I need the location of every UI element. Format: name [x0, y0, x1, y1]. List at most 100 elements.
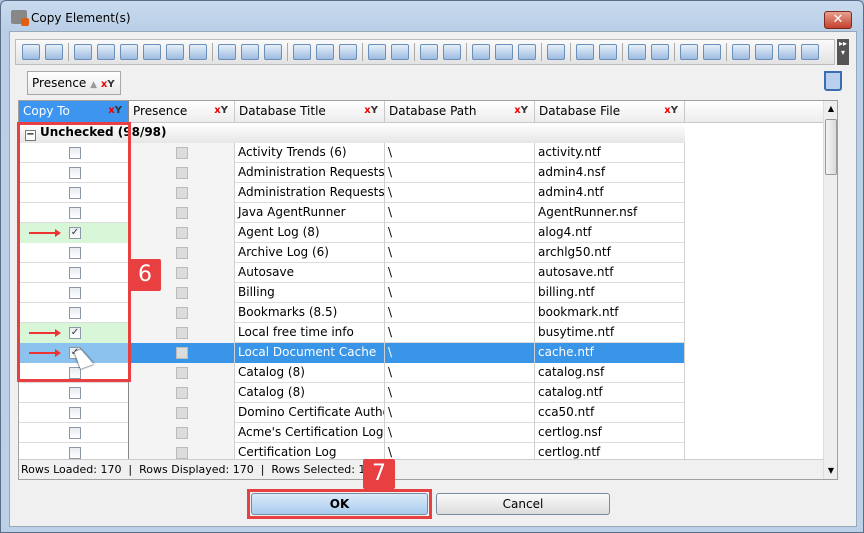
trash-icon[interactable]: [824, 71, 842, 91]
presence-checkbox: [176, 427, 188, 439]
toolbar-button-icon[interactable]: [97, 44, 115, 60]
toolbar-separator: [541, 43, 542, 61]
status-bar: Rows Loaded: 170 | Rows Displayed: 170 |…: [19, 459, 823, 479]
toolbar-button-icon[interactable]: [339, 44, 357, 60]
database-title-cell: Catalog (8): [235, 363, 385, 383]
scroll-thumb[interactable]: [825, 119, 837, 175]
toolbar-button-icon[interactable]: [801, 44, 819, 60]
filter-icon[interactable]: xY: [108, 105, 122, 116]
database-path-cell: \: [385, 263, 535, 283]
column-header-database-path[interactable]: Database Path xY: [385, 101, 535, 123]
presence-cell: [129, 163, 235, 183]
toolbar-button-icon[interactable]: [293, 44, 311, 60]
presence-checkbox: [176, 407, 188, 419]
toolbar-button-icon[interactable]: [732, 44, 750, 60]
database-title-cell: Administration Requests: [235, 163, 385, 183]
toolbar-button-icon[interactable]: [547, 44, 565, 60]
toolbar-button-icon[interactable]: [189, 44, 207, 60]
toolbar-button-icon[interactable]: [316, 44, 334, 60]
column-label: Database Title: [239, 104, 326, 118]
presence-checkbox: [176, 447, 188, 459]
column-header-presence[interactable]: Presence xY: [129, 101, 235, 123]
toolbar-button-icon[interactable]: [120, 44, 138, 60]
copy-to-checkbox[interactable]: [69, 427, 81, 439]
toolbar-separator: [287, 43, 288, 61]
database-file-cell: autosave.ntf: [535, 263, 685, 283]
group-by-label: Presence: [32, 76, 87, 90]
toolbar-button-icon[interactable]: [241, 44, 259, 60]
toolbar-button-icon[interactable]: [518, 44, 536, 60]
database-file-cell: catalog.nsf: [535, 363, 685, 383]
toolbar-separator: [68, 43, 69, 61]
column-header-database-file[interactable]: Database File xY: [535, 101, 685, 123]
filter-icon[interactable]: xY: [664, 105, 678, 116]
table-row[interactable]: Catalog (8) \ catalog.ntf: [19, 383, 685, 403]
annotation-highlight-copy-to: [17, 122, 131, 382]
presence-checkbox: [176, 307, 188, 319]
database-file-cell: admin4.ntf: [535, 183, 685, 203]
copy-to-checkbox[interactable]: [69, 387, 81, 399]
copy-to-cell: [19, 423, 129, 443]
copy-to-checkbox[interactable]: [69, 447, 81, 459]
close-button[interactable]: ✕: [824, 11, 852, 29]
group-by-chip[interactable]: Presence ▲ xY: [27, 71, 121, 95]
toolbar-button-icon[interactable]: [628, 44, 646, 60]
copy-to-checkbox[interactable]: [69, 407, 81, 419]
toolbar-button-icon[interactable]: [166, 44, 184, 60]
toolbar-button-icon[interactable]: [680, 44, 698, 60]
toolbar-button-icon[interactable]: [576, 44, 594, 60]
filter-clear-icon[interactable]: xY: [101, 79, 115, 90]
presence-cell: [129, 363, 235, 383]
filter-icon[interactable]: xY: [514, 105, 528, 116]
toolbar-button-icon[interactable]: [599, 44, 617, 60]
presence-checkbox: [176, 247, 188, 259]
toolbar-button-icon[interactable]: [22, 44, 40, 60]
toolbar-button-icon[interactable]: [443, 44, 461, 60]
toolbar-button-icon[interactable]: [74, 44, 92, 60]
toolbar-button-icon[interactable]: [420, 44, 438, 60]
toolbar-button-icon[interactable]: [495, 44, 513, 60]
table-row[interactable]: Acme's Certification Log \ certlog.nsf: [19, 423, 685, 443]
toolbar-button-icon[interactable]: [651, 44, 669, 60]
column-label: Database File: [539, 104, 621, 118]
cancel-button[interactable]: Cancel: [436, 493, 610, 515]
column-header-copy-to[interactable]: Copy To xY: [19, 101, 129, 123]
presence-cell: [129, 423, 235, 443]
database-file-cell: busytime.ntf: [535, 323, 685, 343]
database-title-cell: Local Document Cache: [235, 343, 385, 363]
toolbar-separator: [362, 43, 363, 61]
database-title-cell: Acme's Certification Log: [235, 423, 385, 443]
toolbar: [15, 39, 835, 65]
toolbar-button-icon[interactable]: [45, 44, 63, 60]
toolbar-button-icon[interactable]: [368, 44, 386, 60]
presence-checkbox: [176, 387, 188, 399]
scroll-down-icon[interactable]: ▼: [824, 463, 837, 479]
toolbar-separator: [622, 43, 623, 61]
toolbar-overflow-button[interactable]: ▸▸ ▾: [837, 39, 849, 65]
database-file-cell: AgentRunner.nsf: [535, 203, 685, 223]
toolbar-button-icon[interactable]: [472, 44, 490, 60]
toolbar-separator: [466, 43, 467, 61]
filter-icon[interactable]: xY: [364, 105, 378, 116]
database-path-cell: \: [385, 163, 535, 183]
toolbar-button-icon[interactable]: [778, 44, 796, 60]
database-title-cell: Autosave: [235, 263, 385, 283]
presence-cell: [129, 143, 235, 163]
toolbar-button-icon[interactable]: [703, 44, 721, 60]
toolbar-separator: [726, 43, 727, 61]
database-path-cell: \: [385, 323, 535, 343]
toolbar-button-icon[interactable]: [143, 44, 161, 60]
database-path-cell: \: [385, 423, 535, 443]
table-row[interactable]: Domino Certificate Authority \ cca50.ntf: [19, 403, 685, 423]
sort-ascending-icon: ▲: [90, 80, 98, 90]
toolbar-button-icon[interactable]: [264, 44, 282, 60]
toolbar-button-icon[interactable]: [755, 44, 773, 60]
filter-icon[interactable]: xY: [214, 105, 228, 116]
presence-cell: [129, 403, 235, 423]
toolbar-button-icon[interactable]: [218, 44, 236, 60]
scroll-up-icon[interactable]: ▲: [824, 101, 837, 117]
column-header-database-title[interactable]: Database Title xY: [235, 101, 385, 123]
vertical-scrollbar[interactable]: ▲ ▼: [823, 101, 837, 479]
toolbar-button-icon[interactable]: [391, 44, 409, 60]
database-title-cell: Activity Trends (6): [235, 143, 385, 163]
